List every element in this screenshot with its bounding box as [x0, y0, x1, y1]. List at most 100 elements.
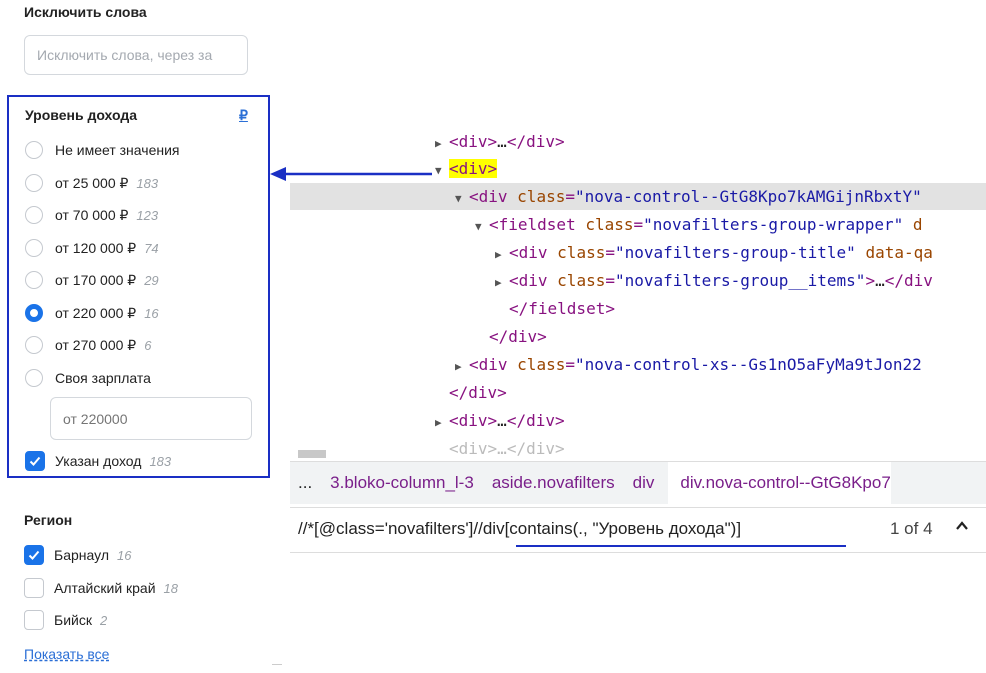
devtools-dom-tree: ▶ <div>…</div> ▼ <div> ▼ <div class="nova-con…	[290, 128, 986, 458]
income-option-label: от 220 000 ₽	[55, 304, 137, 321]
income-option-count: 123	[136, 207, 159, 223]
dom-node-markup: <div>…</div>	[449, 411, 565, 430]
income-option[interactable]: от 70 000 ₽ 123	[25, 204, 158, 226]
devtools-breadcrumb: ... 3.bloko-column_l-3 aside.novafilters…	[290, 461, 986, 504]
currency-toggle[interactable]: ₽	[239, 107, 248, 124]
dom-tree-node[interactable]: ▶ <div class="novafilters-group-title" da…	[290, 239, 986, 266]
region-item-label: Алтайский край	[54, 580, 156, 596]
income-option-count: 183	[136, 175, 159, 191]
income-option-count: 74	[144, 240, 159, 256]
checkbox-unchecked-icon	[24, 610, 44, 630]
previous-match-button[interactable]	[954, 518, 978, 542]
xpath-underline	[516, 545, 846, 547]
dom-node-markup: <div class="novafilters-group__items">…<…	[509, 271, 933, 290]
income-specified-checkbox[interactable]: Указан доход 183	[25, 450, 171, 472]
checkbox-unchecked-icon	[24, 578, 44, 598]
region-item-count: 2	[99, 612, 108, 628]
custom-salary-input[interactable]	[50, 397, 252, 440]
dom-tree-node[interactable]: </div>	[290, 323, 986, 350]
income-option-label: от 120 000 ₽	[55, 239, 137, 256]
exclude-words-input[interactable]	[24, 35, 248, 75]
dom-node-markup: <div>…</div>	[449, 439, 565, 458]
radio-unchecked-icon	[25, 336, 43, 354]
income-option-label: от 170 000 ₽	[55, 271, 137, 288]
income-option-label: Своя зарплата	[55, 370, 151, 386]
expanded-triangle-icon[interactable]: ▼	[475, 213, 487, 240]
radio-unchecked-icon	[25, 369, 43, 387]
dom-tree-node[interactable]: ▶ <div class="nova-control-xs--Gs1nO5aFyM…	[290, 351, 986, 378]
breadcrumb-item-aside[interactable]: aside.novafilters	[492, 473, 615, 493]
income-option-label: от 270 000 ₽	[55, 336, 137, 353]
xpath-search-input[interactable]: //*[@class='novafilters']//div[contains(…	[298, 519, 741, 539]
collapsed-triangle-icon[interactable]: ▶	[435, 409, 447, 436]
dom-tree-node[interactable]: ▼ <div>	[290, 155, 986, 182]
dom-node-markup: <fieldset class="novafilters-group-wrapp…	[489, 215, 923, 234]
region-item[interactable]: Барнаул 16	[24, 544, 131, 566]
region-item[interactable]: Алтайский край 18	[24, 577, 178, 599]
devtools-search-bar: //*[@class='novafilters']//div[contains(…	[290, 507, 986, 553]
income-option-label: от 25 000 ₽	[55, 174, 129, 191]
dom-node-markup: <div class="novafilters-group-title" dat…	[509, 243, 933, 262]
collapsed-triangle-icon[interactable]: ▶	[495, 241, 507, 268]
chevron-up-icon	[956, 521, 968, 530]
income-specified-label: Указан доход	[55, 453, 142, 469]
horizontal-scrollbar[interactable]	[298, 450, 326, 458]
radio-unchecked-icon	[25, 174, 43, 192]
divider	[272, 664, 282, 665]
income-option[interactable]: от 220 000 ₽ 16	[25, 302, 159, 324]
dom-tree-node[interactable]: <div>…</div>	[290, 435, 986, 458]
region-item-label: Барнаул	[54, 547, 109, 563]
checkbox-checked-icon	[24, 545, 44, 565]
dom-node-markup: <div>	[449, 159, 498, 178]
income-level-group: Уровень дохода ₽ Не имеет значения от 25 …	[7, 95, 270, 478]
radio-checked-icon	[25, 304, 43, 322]
dom-node-markup: </div>	[449, 383, 507, 402]
region-item-count: 16	[116, 547, 132, 563]
dom-tree-node[interactable]: ▼ <fieldset class="novafilters-group-wrap…	[290, 211, 986, 238]
dom-tree-node[interactable]: ▶ <div class="novafilters-group__items">……	[290, 267, 986, 294]
radio-unchecked-icon	[25, 239, 43, 257]
checkbox-checked-icon	[25, 451, 45, 471]
income-option[interactable]: от 25 000 ₽ 183	[25, 172, 158, 194]
income-option[interactable]: от 170 000 ₽ 29	[25, 269, 159, 291]
collapsed-triangle-icon[interactable]: ▶	[495, 269, 507, 296]
radio-unchecked-icon	[25, 141, 43, 159]
region-item-label: Бийск	[54, 612, 92, 628]
income-option[interactable]: Не имеет значения	[25, 139, 179, 161]
income-option[interactable]: Своя зарплата	[25, 367, 151, 389]
region-item-count: 18	[163, 580, 179, 596]
dom-node-markup: </fieldset>	[509, 299, 615, 318]
expanded-triangle-icon[interactable]: ▼	[435, 157, 447, 184]
income-option-count: 29	[144, 272, 159, 288]
income-option[interactable]: от 120 000 ₽ 74	[25, 237, 159, 259]
breadcrumb-item-div[interactable]: div	[633, 473, 655, 493]
collapsed-triangle-icon[interactable]: ▶	[455, 353, 467, 380]
dom-node-markup: <div>…</div>	[449, 132, 565, 151]
dom-tree-node[interactable]: ▼ <div class="nova-control--GtG8Kpo7kAMGi…	[290, 183, 986, 210]
income-option-count: 16	[144, 305, 159, 321]
breadcrumb-item-column[interactable]: 3.bloko-column_l-3	[330, 473, 474, 493]
match-counter: 1 of 4	[890, 519, 933, 538]
income-option-label: от 70 000 ₽	[55, 206, 129, 223]
income-specified-count: 183	[149, 453, 172, 469]
dom-node-markup: </div>	[489, 327, 547, 346]
dom-tree-node[interactable]: </div>	[290, 379, 986, 406]
show-all-link[interactable]: Показать все	[24, 646, 109, 662]
radio-unchecked-icon	[25, 206, 43, 224]
dom-node-markup: <div class="nova-control--GtG8Kpo7kAMGij…	[469, 187, 922, 206]
breadcrumb-ellipsis[interactable]: ...	[298, 473, 312, 493]
income-option-count: 6	[144, 337, 152, 353]
expanded-triangle-icon[interactable]: ▼	[455, 185, 467, 212]
dom-tree-node[interactable]: ▶ <div>…</div>	[290, 128, 986, 155]
dom-tree-node[interactable]: </fieldset>	[290, 295, 986, 322]
dom-tree-node[interactable]: ▶ <div>…</div>	[290, 407, 986, 434]
dom-node-markup: <div class="nova-control-xs--Gs1nO5aFyMa…	[469, 355, 922, 374]
income-option-label: Не имеет значения	[55, 142, 180, 158]
breadcrumb-item-selected[interactable]: div.nova-control--GtG8Kpo7	[668, 462, 891, 504]
collapsed-triangle-icon[interactable]: ▶	[435, 130, 447, 157]
income-level-title: Уровень дохода	[25, 107, 138, 123]
income-option[interactable]: от 270 000 ₽ 6	[25, 334, 151, 356]
exclude-words-title: Исключить слова	[24, 4, 147, 20]
region-item[interactable]: Бийск 2	[24, 609, 107, 631]
region-title: Регион	[24, 512, 73, 528]
